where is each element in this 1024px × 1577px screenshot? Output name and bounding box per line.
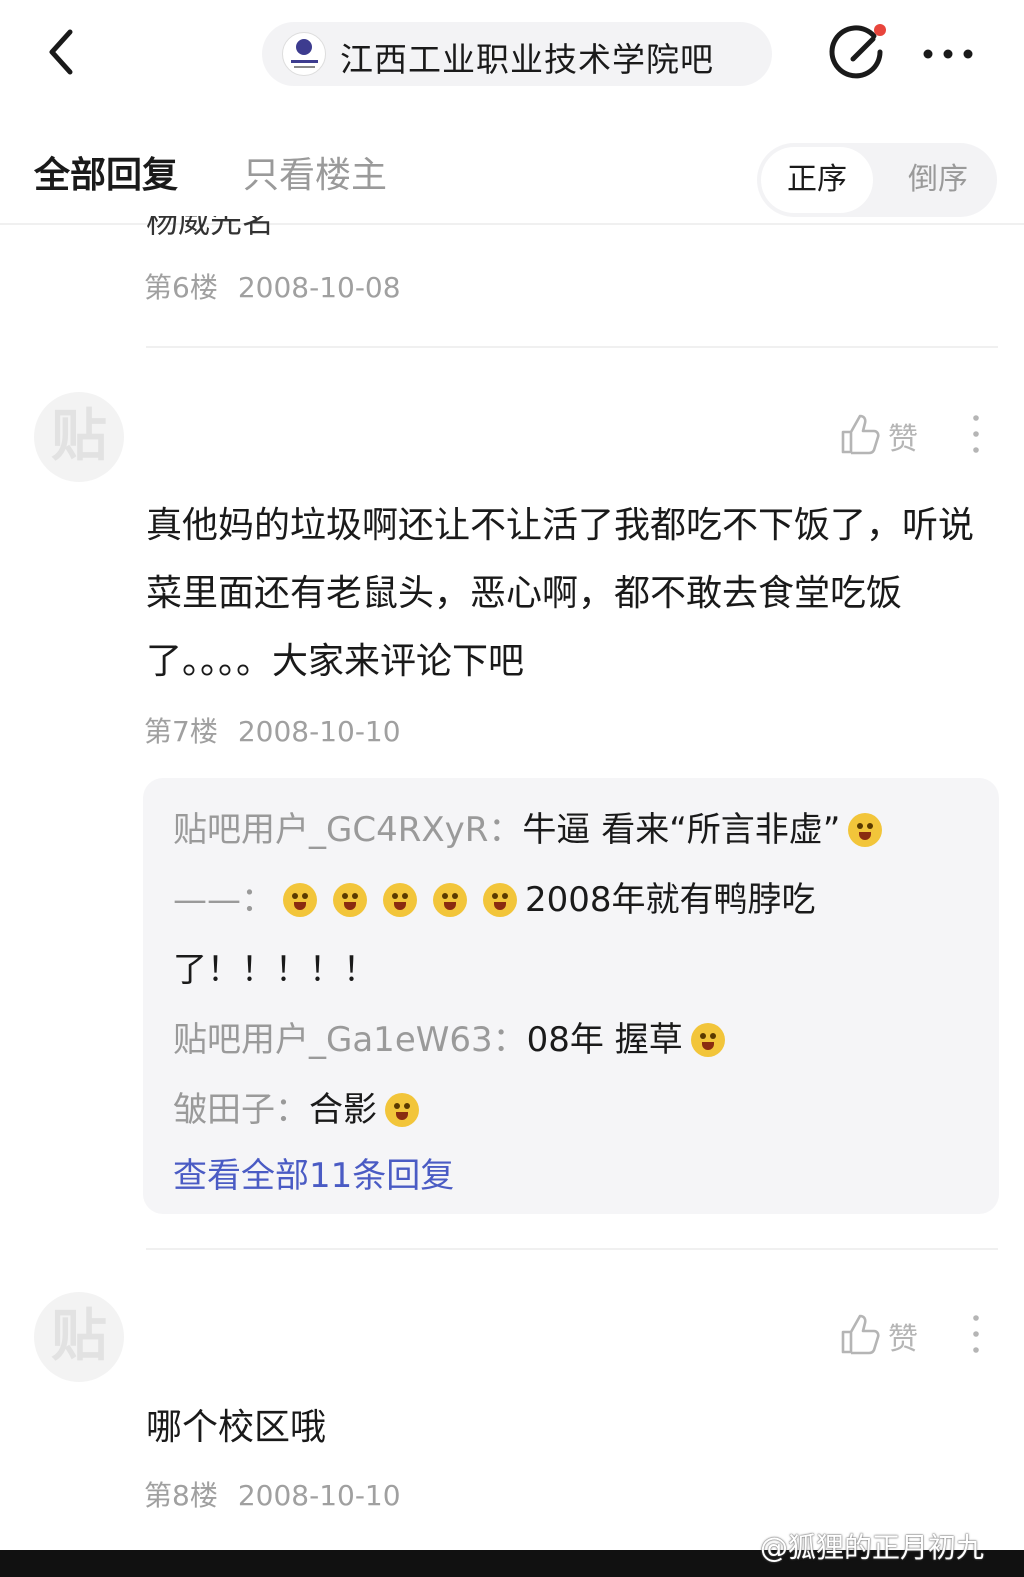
sub-reply: 贴吧用户_Ga1eW63：08年 握草 [173, 1012, 733, 1061]
floor-number: 第6楼 [144, 271, 218, 304]
angry-emoji-icon [333, 883, 367, 917]
sub-reply: 皱田子：合影 [173, 1082, 427, 1131]
surprised-emoji-icon [848, 813, 883, 847]
weibo-watermark: @狐狸的正月初九 [760, 1531, 985, 1564]
post-menu-icon[interactable] [968, 412, 984, 456]
divider [146, 346, 998, 348]
like-button[interactable]: 赞 [840, 1312, 930, 1357]
sub-reply-prefix: ——： [173, 880, 275, 920]
avatar[interactable]: 贴 [34, 1292, 124, 1382]
thumbs-up-icon [841, 414, 880, 455]
angry-emoji-icon [483, 883, 517, 917]
forum-title-pill[interactable]: 江西工业职业技术学院吧 [262, 22, 772, 86]
post-content: 真他妈的垃圾啊还让不让活了我都吃不下饭了，听说菜里面还有老鼠头，恶心啊，都不敢去… [146, 505, 975, 682]
laughing-emoji-icon [385, 1093, 419, 1127]
like-label: 赞 [888, 422, 918, 457]
forum-name: 江西工业职业技术学院吧 [340, 40, 714, 79]
sub-reply-text: 合影 [309, 1090, 377, 1130]
post-date: 2008-10-10 [237, 715, 401, 748]
floor-number: 第7楼 [144, 715, 218, 748]
sub-reply-box[interactable]: 贴吧用户_GC4RXyR：牛逼 看来“所言非虚” ——： 2008年就有鸭脖吃 了… [143, 778, 999, 1214]
post-content-clipped: 杨威先名 [146, 216, 275, 238]
angry-emoji-icon [283, 883, 317, 917]
sub-reply-user[interactable]: 贴吧用户_Ga1eW63： [173, 1020, 527, 1060]
post-meta: 第6楼 2008-10-08 [144, 266, 401, 306]
forum-logo-icon [282, 32, 326, 76]
sort-toggle: 正序 倒序 [757, 143, 997, 217]
like-label: 赞 [888, 1322, 918, 1357]
sort-descending-button[interactable]: 倒序 [883, 147, 993, 213]
back-arrow-icon[interactable] [40, 22, 90, 82]
sub-reply-text: 08年 握草 [526, 1020, 683, 1060]
reply-filter-bar: 全部回复 只看楼主 正序 倒序 [0, 110, 1024, 225]
avatar[interactable]: 贴 [34, 392, 124, 482]
tab-only-op[interactable]: 只看楼主 [243, 146, 387, 198]
like-button[interactable]: 赞 [840, 412, 930, 457]
sub-reply-user[interactable]: 贴吧用户_GC4RXyR： [173, 810, 522, 850]
post-content: 哪个校区哦 [146, 1407, 327, 1448]
scared-emoji-icon [690, 1023, 725, 1057]
sub-reply-continued: 了！！！！！ [173, 942, 377, 991]
divider [146, 1248, 998, 1250]
sort-ascending-button[interactable]: 正序 [761, 147, 873, 213]
compose-icon[interactable] [828, 22, 890, 84]
post-date: 2008-10-08 [237, 271, 401, 304]
top-bar: 江西工业职业技术学院吧 [0, 0, 1024, 110]
sub-reply-text: 了！！！！！ [173, 950, 377, 990]
post-meta: 第8楼 2008-10-10 [144, 1474, 401, 1514]
angry-emoji-icon [433, 883, 467, 917]
sub-reply: 贴吧用户_GC4RXyR：牛逼 看来“所言非虚” [173, 802, 890, 851]
sub-reply-continued: ——： 2008年就有鸭脖吃 [173, 872, 816, 921]
view-all-replies-link[interactable]: 查看全部11条回复 [173, 1148, 454, 1197]
sub-reply-user[interactable]: 皱田子： [173, 1090, 309, 1130]
sub-reply-text: 2008年就有鸭脖吃 [525, 880, 816, 920]
angry-emoji-icon [383, 883, 417, 917]
post-meta: 第7楼 2008-10-10 [144, 710, 401, 750]
tab-all-replies[interactable]: 全部回复 [34, 146, 178, 198]
post-menu-icon[interactable] [968, 1312, 984, 1356]
floor-number: 第8楼 [144, 1479, 218, 1512]
post-date: 2008-10-10 [237, 1479, 401, 1512]
sub-reply-text: 牛逼 看来“所言非虚” [522, 810, 841, 850]
more-options-icon[interactable] [918, 36, 978, 72]
thumbs-up-icon [841, 1314, 880, 1355]
